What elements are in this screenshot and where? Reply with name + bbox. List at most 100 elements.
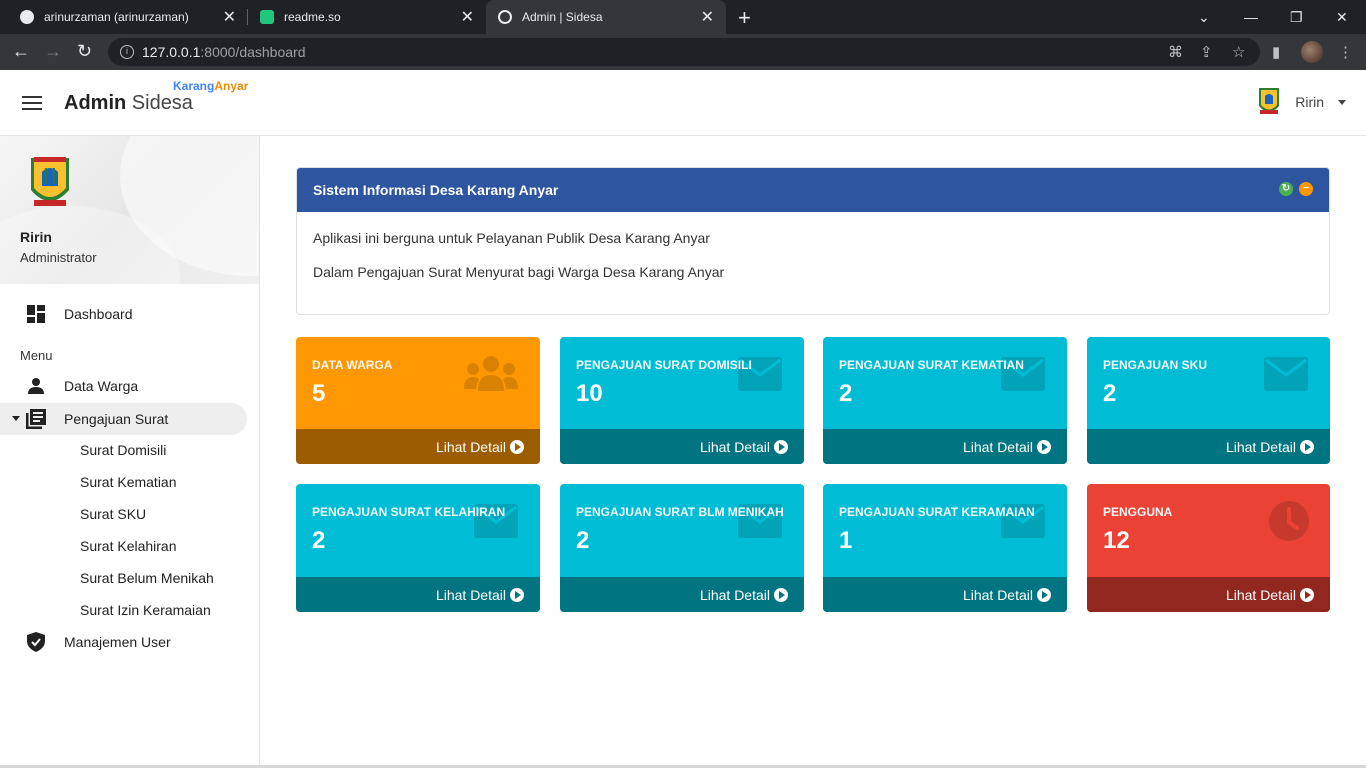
sidebar-item-manajemen-user[interactable]: Manajemen User: [0, 626, 247, 658]
village-crest-icon: [31, 157, 69, 206]
hamburger-menu-icon[interactable]: [22, 96, 42, 114]
village-crest-icon: [1259, 88, 1280, 114]
browser-menu-icon[interactable]: ⋮: [1338, 43, 1353, 61]
stat-footer-label: Lihat Detail: [962, 438, 1033, 455]
stat-card-pengguna: PENGGUNA 12 Lihat Detail: [1087, 484, 1330, 612]
browser-tab-github[interactable]: arinurzaman (arinurzaman) ✕: [8, 0, 248, 34]
stat-footer-label: Lihat Detail: [1225, 586, 1296, 603]
arrow-circle-right-icon: [1300, 439, 1314, 454]
info-card-title: Sistem Informasi Desa Karang Anyar: [313, 182, 559, 198]
readme-icon: [260, 10, 274, 24]
collapse-icon[interactable]: −: [1299, 182, 1313, 196]
translate-icon[interactable]: ⌘: [1168, 43, 1183, 61]
stat-title: DATA WARGA: [312, 358, 393, 372]
url-host: 127.0.0.1: [142, 44, 201, 60]
card-tools: ↻ −: [1279, 182, 1313, 196]
submenu-surat-kematian[interactable]: Surat Kematian: [80, 474, 177, 490]
caret-down-icon: [12, 416, 20, 421]
arrow-circle-right-icon: [774, 587, 788, 602]
menu-header: Menu: [20, 348, 53, 363]
info-card-body: Aplikasi ini berguna untuk Pelayanan Pub…: [297, 212, 1329, 314]
sidebar-user-role: Administrator: [20, 250, 97, 265]
brand-title[interactable]: Admin Sidesa: [64, 92, 193, 115]
submenu-surat-belum-menikah[interactable]: Surat Belum Menikah: [80, 570, 214, 586]
close-tab-icon[interactable]: ✕: [223, 7, 236, 27]
side-panel-icon[interactable]: ▮: [1272, 43, 1280, 61]
new-tab-icon[interactable]: +: [738, 5, 751, 31]
info-card: Sistem Informasi Desa Karang Anyar ↻ − A…: [296, 167, 1330, 315]
minimize-icon[interactable]: —: [1244, 0, 1258, 34]
browser-tab-readme[interactable]: readme.so ✕: [248, 0, 486, 34]
stat-footer-link[interactable]: Lihat Detail: [1087, 429, 1330, 464]
submenu-surat-domisili[interactable]: Surat Domisili: [80, 442, 166, 458]
stat-footer-link[interactable]: Lihat Detail: [823, 577, 1067, 612]
address-bar[interactable]: i 127.0.0.1:8000/dashboard: [108, 38, 1260, 66]
stat-footer-label: Lihat Detail: [699, 438, 770, 455]
brand-light: Sidesa: [131, 92, 193, 114]
arrow-circle-right-icon: [510, 439, 524, 454]
shield-check-icon: [26, 632, 46, 652]
sidebar-item-label: Manajemen User: [64, 634, 171, 650]
stat-card-surat-keramaian: PENGAJUAN SURAT KERAMAIAN 1 Lihat Detail: [823, 484, 1067, 612]
stat-footer-link[interactable]: Lihat Detail: [560, 429, 804, 464]
stat-title: PENGAJUAN SURAT KERAMAIAN: [839, 505, 1035, 519]
stat-title: PENGAJUAN SKU: [1103, 358, 1208, 372]
user-dropdown[interactable]: Ririn: [1257, 86, 1346, 118]
browser-tab-active[interactable]: Admin | Sidesa ✕: [486, 0, 726, 34]
profile-avatar[interactable]: [1301, 41, 1323, 63]
tab-title: readme.so: [284, 10, 341, 24]
arrow-circle-right-icon: [510, 587, 524, 602]
dashboard-icon: [26, 304, 46, 324]
close-window-icon[interactable]: ✕: [1336, 0, 1348, 34]
stat-footer-link[interactable]: Lihat Detail: [296, 429, 540, 464]
info-line-1: Aplikasi ini berguna untuk Pelayanan Pub…: [313, 230, 710, 246]
browser-toolbar: ← → ↻ i 127.0.0.1:8000/dashboard ⌘ ⇪ ☆ ▮…: [0, 34, 1366, 70]
stat-footer-label: Lihat Detail: [435, 586, 506, 603]
bookmark-star-icon[interactable]: ☆: [1232, 43, 1245, 61]
share-icon[interactable]: ⇪: [1200, 43, 1213, 61]
sidebar-item-dashboard[interactable]: Dashboard: [0, 298, 247, 330]
refresh-icon[interactable]: ↻: [1279, 182, 1293, 196]
info-line-2: Dalam Pengajuan Surat Menyurat bagi Warg…: [313, 264, 725, 280]
sidebar: Ririn Administrator Dashboard Menu Data …: [0, 136, 260, 768]
submenu-surat-izin-keramaian[interactable]: Surat Izin Keramaian: [80, 602, 211, 618]
stat-title: PENGAJUAN SURAT KELAHIRAN: [312, 505, 506, 519]
users-icon: [464, 356, 518, 391]
arrow-circle-right-icon: [774, 439, 788, 454]
tab-search-icon[interactable]: ⌄: [1198, 0, 1210, 34]
site-info-icon[interactable]: i: [120, 45, 134, 59]
tab-title: arinurzaman (arinurzaman): [44, 10, 189, 24]
close-tab-icon[interactable]: ✕: [701, 7, 714, 27]
submenu-surat-sku[interactable]: Surat SKU: [80, 506, 146, 522]
arrow-circle-right-icon: [1037, 587, 1051, 602]
sidebar-item-label: Data Warga: [64, 378, 139, 394]
stat-value: 5: [312, 380, 326, 407]
stat-footer-label: Lihat Detail: [699, 586, 770, 603]
sidebar-item-pengajuan-surat[interactable]: Pengajuan Surat: [0, 403, 247, 435]
library-books-icon: [26, 409, 46, 429]
stat-footer-label: Lihat Detail: [962, 586, 1033, 603]
app-header: Admin Sidesa KarangAnyar Ririn: [0, 70, 1366, 136]
stat-footer-link[interactable]: Lihat Detail: [823, 429, 1067, 464]
main-content: Sistem Informasi Desa Karang Anyar ↻ − A…: [296, 167, 1330, 315]
arrow-circle-right-icon: [1037, 439, 1051, 454]
maximize-icon[interactable]: ❐: [1290, 0, 1303, 34]
sidebar-item-label: Dashboard: [64, 306, 133, 322]
brand-subtitle: KarangAnyar: [173, 79, 249, 93]
stat-value: 2: [312, 527, 326, 554]
close-tab-icon[interactable]: ✕: [461, 7, 474, 27]
stat-footer-link[interactable]: Lihat Detail: [1087, 577, 1330, 612]
globe-icon: [498, 10, 512, 24]
stat-title: PENGGUNA: [1103, 505, 1173, 519]
back-icon[interactable]: ←: [12, 41, 30, 62]
browser-tab-bar: arinurzaman (arinurzaman) ✕ readme.so ✕ …: [0, 0, 1366, 34]
stat-value: 12: [1103, 527, 1130, 554]
stat-footer-link[interactable]: Lihat Detail: [560, 577, 804, 612]
submenu-surat-kelahiran[interactable]: Surat Kelahiran: [80, 538, 177, 554]
stat-card-surat-domisili: PENGAJUAN SURAT DOMISILI 10 Lihat Detail: [560, 337, 804, 464]
forward-icon[interactable]: →: [44, 41, 62, 62]
stat-footer-link[interactable]: Lihat Detail: [296, 577, 540, 612]
sidebar-item-data-warga[interactable]: Data Warga: [0, 370, 247, 402]
reload-icon[interactable]: ↻: [77, 41, 92, 62]
arrow-circle-right-icon: [1300, 587, 1314, 602]
